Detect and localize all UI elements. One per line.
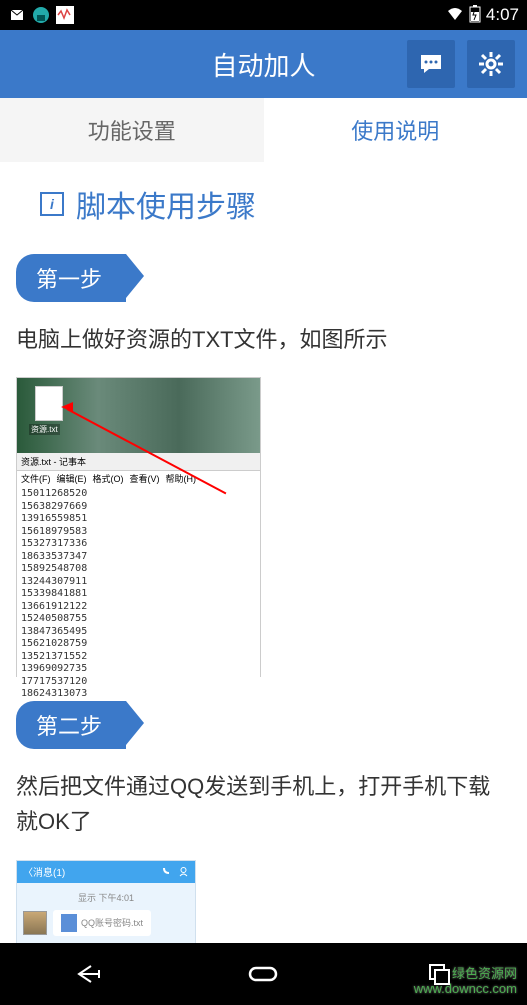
- info-icon: i: [40, 192, 64, 216]
- notepad-content: 15011268520 15638297669 13916559851 1561…: [17, 486, 260, 703]
- home-button[interactable]: [238, 954, 288, 994]
- app-icon-2: [56, 6, 74, 24]
- tab-settings[interactable]: 功能设置: [0, 98, 264, 162]
- step1-screenshot: 资源.txt 资源.txt - 记事本 文件(F) 编辑(E) 格式(O) 查看…: [16, 377, 261, 677]
- app-title: 自动加人: [120, 46, 407, 83]
- step2-badge: 第二步: [16, 701, 126, 749]
- app-bar: 自动加人: [0, 30, 527, 98]
- step1-badge: 第一步: [16, 254, 126, 302]
- back-button[interactable]: [63, 954, 113, 994]
- status-time: 4:07: [486, 5, 519, 25]
- qq-avatar: [23, 911, 47, 935]
- chat-button[interactable]: [407, 40, 455, 88]
- content-area: i 脚本使用步骤 第一步 电脑上做好资源的TXT文件，如图所示 资源.txt 资…: [0, 162, 527, 943]
- wifi-icon: [446, 6, 464, 25]
- qq-file-bubble: QQ账号密码.txt: [53, 910, 151, 936]
- watermark: 绿色资源网 www.downcc.com: [414, 966, 517, 997]
- step1-text: 电脑上做好资源的TXT文件，如图所示: [16, 322, 511, 357]
- step2-screenshot: 〈消息(1) 显示 下午4:01 QQ账号密码.txt: [16, 860, 196, 943]
- battery-icon: [469, 5, 481, 26]
- app-icon-1: [32, 6, 50, 24]
- step2-text: 然后把文件通过QQ发送到手机上，打开手机下载就OK了: [16, 769, 511, 839]
- tab-bar: 功能设置 使用说明: [0, 98, 527, 162]
- settings-button[interactable]: [467, 40, 515, 88]
- status-bar: 4:07: [0, 0, 527, 30]
- section-title: 脚本使用步骤: [76, 182, 256, 226]
- section-title-row: i 脚本使用步骤: [40, 182, 511, 226]
- tab-instructions[interactable]: 使用说明: [264, 98, 527, 162]
- notification-icon: [8, 6, 26, 24]
